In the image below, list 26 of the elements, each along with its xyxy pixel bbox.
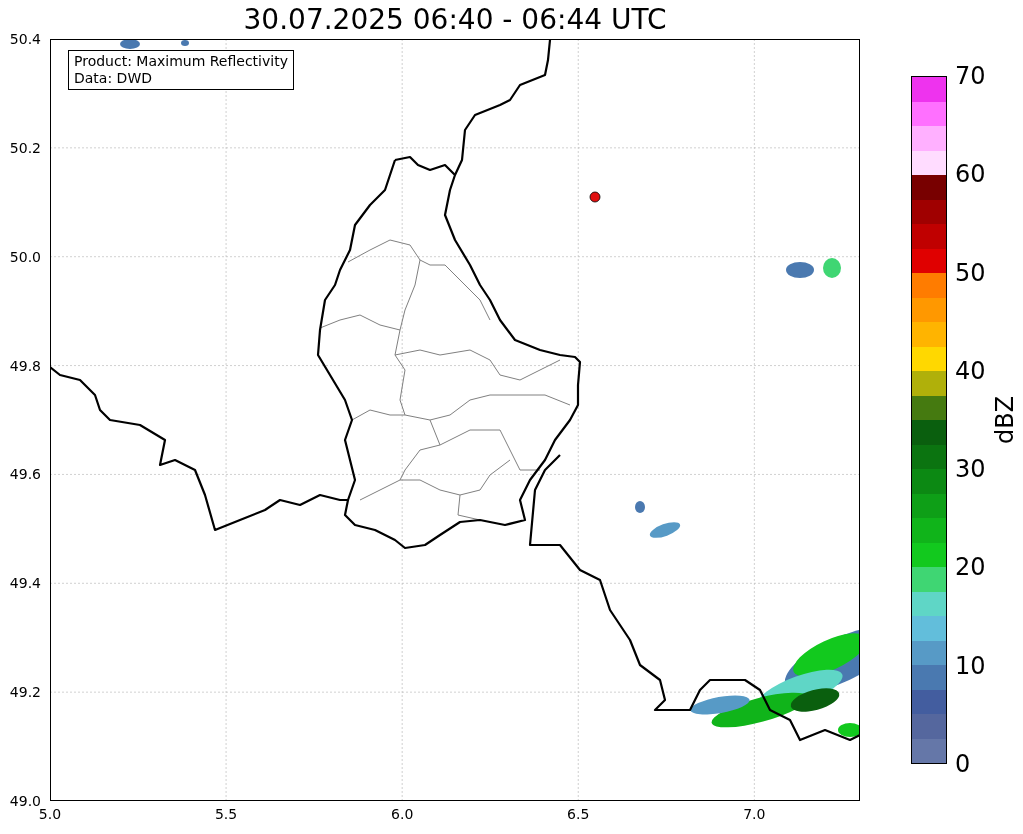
y-tick-label: 50.2 (9, 140, 41, 155)
x-tick-label: 6.5 (567, 807, 590, 821)
y-tick-label: 49.2 (9, 685, 41, 700)
x-tick-label: 5.5 (214, 807, 238, 821)
colorbar-label: dBZ (993, 395, 1017, 445)
colorbar-tick-label: 60 (955, 162, 986, 187)
annotation-text: Data: DWD (74, 70, 153, 87)
y-tick-label: 49.6 (9, 467, 41, 482)
colorbar-tick-label: 50 (955, 260, 986, 285)
colorbar-tick-label: 0 (955, 752, 971, 776)
y-tick-label: 49.8 (9, 358, 41, 373)
colorbar-tick-label: 10 (955, 653, 986, 678)
y-tick-label: 49.0 (9, 794, 41, 808)
colorbar-tick-label: 30 (955, 457, 986, 482)
x-tick-label: 6.0 (391, 807, 414, 821)
y-tick-label: 49.4 (9, 576, 41, 591)
y-tick-label: 50.0 (9, 249, 41, 264)
y-tick-label: 50.4 (9, 32, 41, 46)
x-tick-label: 5.0 (38, 807, 62, 821)
annotation-text: Product: Maximum Reflectivity (74, 53, 288, 70)
location-marker (589, 191, 601, 203)
chart-title: 30.07.2025 06:40 - 06:44 UTC (243, 5, 667, 34)
x-tick-label: 7.0 (743, 807, 766, 821)
colorbar-tick-label: 70 (955, 64, 986, 88)
colorbar-tick-label: 40 (955, 358, 986, 383)
colorbar-tick-label: 20 (955, 555, 986, 580)
